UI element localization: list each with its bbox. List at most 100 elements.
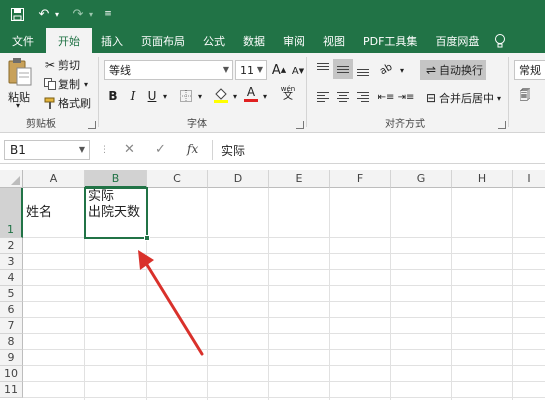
align-bottom-button[interactable] bbox=[353, 59, 373, 79]
align-right-button[interactable] bbox=[353, 87, 373, 107]
row-header-4[interactable]: 4 bbox=[0, 270, 23, 286]
column-header-h[interactable]: H bbox=[452, 170, 513, 188]
chevron-down-icon: ▼ bbox=[78, 145, 85, 154]
align-center-icon bbox=[337, 92, 349, 102]
format-painter-button[interactable]: 格式刷 bbox=[42, 95, 91, 111]
clipboard-launcher-icon[interactable] bbox=[88, 121, 96, 129]
copy-button[interactable]: 复制 ▾ bbox=[42, 76, 88, 92]
underline-dropdown-icon[interactable]: ▾ bbox=[160, 87, 170, 105]
drag-handle-icon[interactable]: ⋮ bbox=[100, 145, 109, 155]
merge-dropdown-icon[interactable]: ▾ bbox=[497, 94, 501, 103]
undo-dropdown-icon[interactable]: ▾ bbox=[52, 0, 62, 28]
copy-dropdown-icon[interactable]: ▾ bbox=[84, 80, 88, 89]
cut-button[interactable]: ✂ 剪切 bbox=[42, 57, 80, 73]
orientation-dropdown-icon[interactable]: ▾ bbox=[397, 61, 407, 79]
column-header-c[interactable]: C bbox=[147, 170, 208, 188]
save-icon[interactable] bbox=[8, 0, 26, 28]
tab-page-layout[interactable]: 页面布局 bbox=[132, 28, 194, 53]
align-top-button[interactable] bbox=[313, 59, 333, 79]
wrap-text-button[interactable]: ⇌ 自动换行 bbox=[420, 60, 486, 80]
tab-baidu-netdisk[interactable]: 百度网盘 bbox=[426, 28, 488, 53]
borders-dropdown-icon[interactable]: ▾ bbox=[195, 87, 205, 105]
paste-button[interactable]: 粘贴 ▾ bbox=[5, 57, 35, 110]
row-header-10[interactable]: 10 bbox=[0, 366, 23, 382]
tab-view[interactable]: 视图 bbox=[314, 28, 354, 53]
fill-color-button[interactable] bbox=[212, 86, 230, 104]
row-header-7[interactable]: 7 bbox=[0, 318, 23, 334]
column-header-d[interactable]: D bbox=[208, 170, 269, 188]
font-name-select[interactable]: 等线 ▼ bbox=[104, 60, 233, 80]
cell-a1[interactable]: 姓名 bbox=[23, 188, 85, 238]
row-header-5[interactable]: 5 bbox=[0, 286, 23, 302]
tab-insert[interactable]: 插入 bbox=[92, 28, 132, 53]
font-color-icon: A bbox=[246, 85, 256, 99]
column-header-i[interactable]: I bbox=[513, 170, 545, 188]
cancel-entry-icon[interactable]: ✕ bbox=[124, 142, 135, 157]
column-header-f[interactable]: F bbox=[330, 170, 391, 188]
shrink-font-button[interactable]: A ▼ bbox=[289, 62, 307, 80]
column-header-a[interactable]: A bbox=[23, 170, 85, 188]
row-header-3[interactable]: 3 bbox=[0, 254, 23, 270]
font-launcher-icon[interactable] bbox=[296, 121, 304, 129]
lightbulb-icon[interactable] bbox=[488, 28, 512, 53]
customize-qat-icon[interactable]: ≡ bbox=[102, 0, 114, 28]
italic-button[interactable]: I bbox=[124, 87, 142, 105]
group-divider bbox=[98, 57, 99, 127]
copy-label: 复制 bbox=[58, 78, 80, 91]
underline-button[interactable]: U bbox=[143, 87, 161, 105]
phonetic-guide-button[interactable]: wén 文 bbox=[277, 84, 299, 102]
row-header-1[interactable]: 1 bbox=[0, 188, 23, 238]
grow-font-button[interactable]: A ▲ bbox=[270, 61, 288, 79]
number-format-select[interactable]: 常规 bbox=[514, 60, 545, 80]
column-header-g[interactable]: G bbox=[391, 170, 452, 188]
paste-icon bbox=[8, 58, 32, 86]
tab-review[interactable]: 审阅 bbox=[274, 28, 314, 53]
merge-center-button[interactable]: ⊟ 合并后居中 ▾ bbox=[420, 88, 504, 108]
row-header-11[interactable]: 11 bbox=[0, 382, 23, 398]
insert-function-icon[interactable]: fx bbox=[187, 142, 198, 156]
increase-indent-button[interactable]: ⇥≡ bbox=[396, 87, 416, 107]
number-format-value: 常规 bbox=[519, 64, 541, 77]
format-painter-label: 格式刷 bbox=[58, 97, 91, 110]
column-header-e[interactable]: E bbox=[269, 170, 330, 188]
align-center-button[interactable] bbox=[333, 87, 353, 107]
font-size-select[interactable]: 11 ▼ bbox=[235, 60, 267, 80]
undo-icon[interactable]: ↶ bbox=[36, 0, 52, 28]
align-middle-icon bbox=[337, 65, 349, 73]
alignment-launcher-icon[interactable] bbox=[498, 121, 506, 129]
tab-formulas[interactable]: 公式 bbox=[194, 28, 234, 53]
tab-pdf-tools[interactable]: PDF工具集 bbox=[354, 28, 426, 53]
fill-handle[interactable] bbox=[144, 235, 150, 241]
tab-file[interactable]: 文件 bbox=[0, 28, 46, 53]
font-color-dropdown-icon[interactable]: ▾ bbox=[260, 87, 270, 105]
fill-color-dropdown-icon[interactable]: ▾ bbox=[230, 87, 240, 105]
name-box[interactable]: B1 ▼ bbox=[4, 140, 90, 160]
accounting-format-button[interactable]: 🗐 bbox=[517, 88, 533, 104]
align-middle-button[interactable] bbox=[333, 59, 353, 79]
row-header-2[interactable]: 2 bbox=[0, 238, 23, 254]
fill-color-icon bbox=[214, 88, 228, 103]
orientation-icon: ab bbox=[377, 61, 395, 77]
bold-button[interactable]: B bbox=[104, 87, 122, 105]
shrink-font-icon: A bbox=[291, 65, 299, 77]
redo-icon[interactable]: ↷ bbox=[70, 0, 86, 28]
tab-home[interactable]: 开始 bbox=[46, 28, 92, 53]
font-color-button[interactable]: A bbox=[242, 85, 260, 103]
tab-data[interactable]: 数据 bbox=[234, 28, 274, 53]
select-all-button[interactable] bbox=[0, 170, 23, 188]
group-divider bbox=[306, 57, 307, 127]
redo-dropdown-icon[interactable]: ▾ bbox=[86, 0, 96, 28]
formula-input[interactable]: 实际 bbox=[212, 140, 545, 160]
title-bar: ↶ ▾ ↷ ▾ ≡ bbox=[0, 0, 545, 28]
borders-button[interactable] bbox=[177, 87, 195, 105]
row-header-8[interactable]: 8 bbox=[0, 334, 23, 350]
row-header-6[interactable]: 6 bbox=[0, 302, 23, 318]
column-header-b[interactable]: B bbox=[85, 170, 147, 188]
align-left-button[interactable] bbox=[313, 87, 333, 107]
merge-center-label: 合并后居中 bbox=[439, 92, 494, 105]
confirm-entry-icon[interactable]: ✓ bbox=[155, 142, 166, 157]
row-header-9[interactable]: 9 bbox=[0, 350, 23, 366]
orientation-button[interactable]: ab bbox=[376, 59, 396, 79]
name-box-value: B1 bbox=[10, 143, 26, 157]
decrease-indent-button[interactable]: ⇤≡ bbox=[376, 87, 396, 107]
